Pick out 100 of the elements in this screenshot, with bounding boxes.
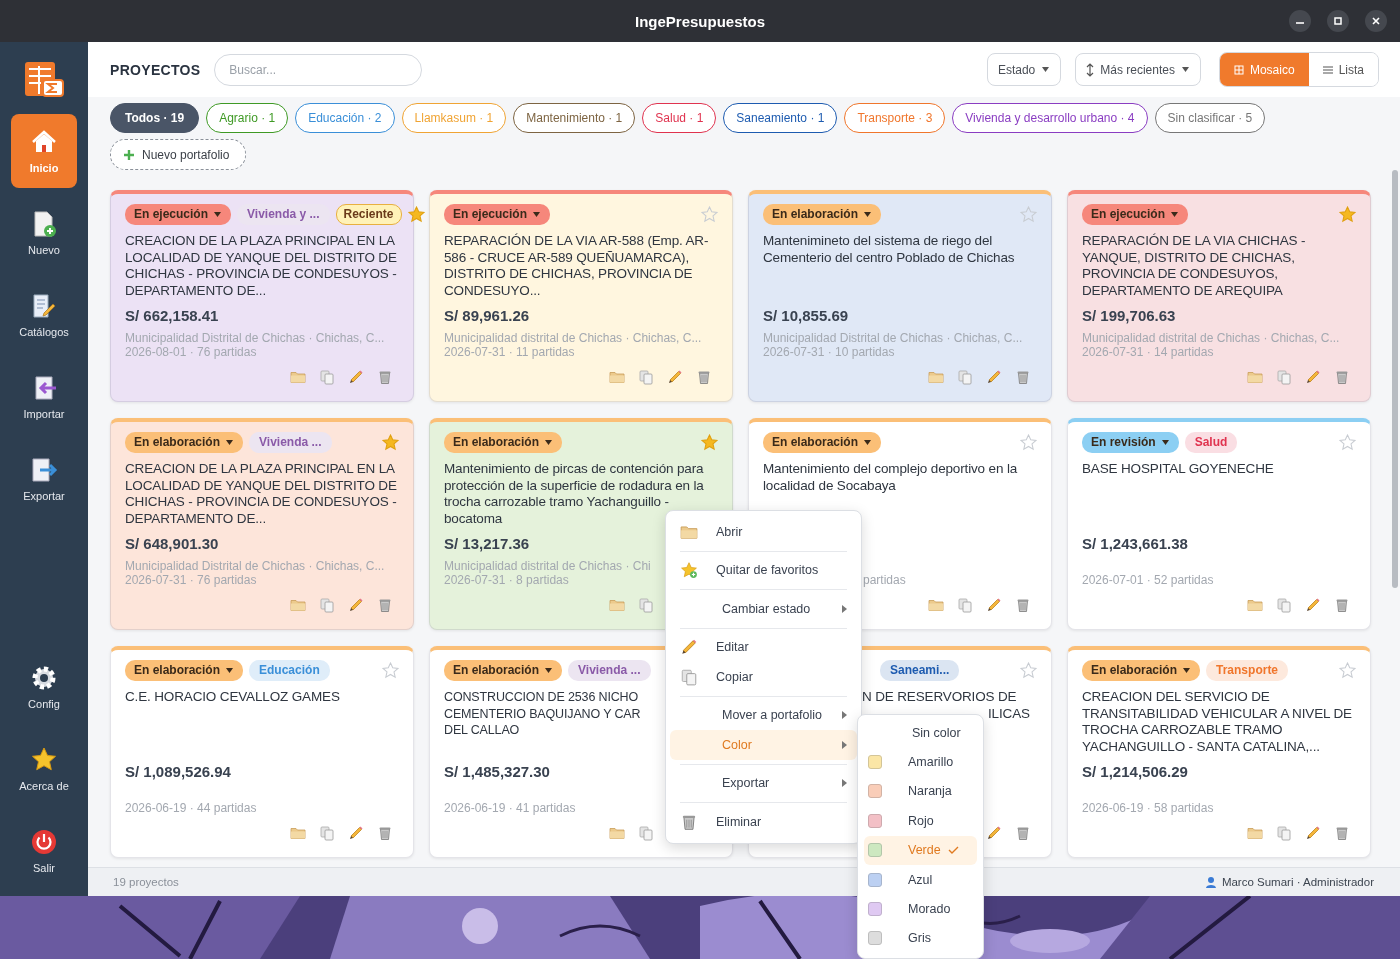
star-outline-icon[interactable] <box>1020 433 1037 451</box>
menu-item[interactable]: Mover a portafolio <box>670 700 857 730</box>
trash-icon[interactable] <box>377 597 393 613</box>
menu-item[interactable]: Cambiar estado <box>670 594 857 624</box>
trash-icon[interactable] <box>1015 369 1031 385</box>
color-option[interactable]: Amarillo <box>864 747 977 777</box>
star-icon[interactable] <box>1339 205 1356 223</box>
trash-icon[interactable] <box>1334 369 1350 385</box>
status-dropdown[interactable]: En ejecución <box>1082 203 1189 225</box>
status-dropdown[interactable]: En elaboración <box>763 203 882 225</box>
menu-item[interactable]: Eliminar <box>670 807 857 837</box>
star-icon[interactable] <box>407 205 425 223</box>
trash-icon[interactable] <box>377 369 393 385</box>
portfolio-chip[interactable]: Mantenimiento · 1 <box>513 103 636 133</box>
folder-icon[interactable] <box>290 369 306 385</box>
copy-icon[interactable] <box>1276 597 1292 613</box>
copy-icon[interactable] <box>638 369 654 385</box>
status-filter-dropdown[interactable]: Estado <box>986 53 1062 86</box>
star-outline-icon[interactable] <box>1339 433 1356 451</box>
status-dropdown[interactable]: En elaboración <box>125 431 244 453</box>
status-dropdown[interactable]: En revisión <box>1082 431 1179 453</box>
status-dropdown[interactable]: En ejecución <box>125 203 232 225</box>
minimize-button[interactable] <box>1289 10 1311 32</box>
sidebar-item[interactable]: Config <box>11 650 77 724</box>
star-outline-icon[interactable] <box>1339 661 1356 679</box>
close-button[interactable] <box>1365 10 1387 32</box>
pencil-icon[interactable] <box>348 825 364 841</box>
trash-icon[interactable] <box>1334 597 1350 613</box>
pencil-icon[interactable] <box>1305 825 1321 841</box>
portfolio-chip[interactable]: Todos · 19 <box>110 103 200 133</box>
menu-item[interactable]: Editar <box>670 632 857 662</box>
portfolio-chip[interactable]: Saneamiento · 1 <box>723 103 838 133</box>
pencil-icon[interactable] <box>986 597 1002 613</box>
trash-icon[interactable] <box>1334 825 1350 841</box>
sidebar-item[interactable]: Exportar <box>11 442 77 516</box>
color-option[interactable]: Azul <box>864 864 977 895</box>
pencil-icon[interactable] <box>986 369 1002 385</box>
copy-icon[interactable] <box>638 597 654 613</box>
folder-icon[interactable] <box>609 597 625 613</box>
trash-icon[interactable] <box>1015 597 1031 613</box>
new-portfolio-button[interactable]: Nuevo portafolio <box>110 139 247 170</box>
sidebar-item[interactable]: Salir <box>11 814 77 888</box>
status-dropdown[interactable]: En elaboración <box>444 659 563 681</box>
portfolio-chip[interactable]: Agrario · 1 <box>206 103 289 133</box>
pencil-icon[interactable] <box>667 369 683 385</box>
pencil-icon[interactable] <box>986 825 1002 841</box>
status-dropdown[interactable]: En elaboración <box>125 659 244 681</box>
color-option[interactable]: Morado <box>864 894 977 924</box>
star-outline-icon[interactable] <box>1020 205 1037 223</box>
star-icon[interactable] <box>382 433 399 451</box>
color-option[interactable]: Rojo <box>864 806 977 836</box>
trash-icon[interactable] <box>1015 825 1031 841</box>
copy-icon[interactable] <box>1276 369 1292 385</box>
star-icon[interactable] <box>701 433 718 451</box>
portfolio-chip[interactable]: Sin clasificar · 5 <box>1154 103 1266 133</box>
pencil-icon[interactable] <box>348 597 364 613</box>
folder-icon[interactable] <box>290 597 306 613</box>
trash-icon[interactable] <box>377 825 393 841</box>
folder-icon[interactable] <box>290 825 306 841</box>
copy-icon[interactable] <box>319 825 335 841</box>
copy-icon[interactable] <box>638 825 654 841</box>
color-option[interactable]: Sin color <box>864 718 977 748</box>
copy-icon[interactable] <box>957 369 973 385</box>
portfolio-chip[interactable]: Salud · 1 <box>642 103 717 133</box>
sidebar-item[interactable]: Importar <box>11 360 77 434</box>
copy-icon[interactable] <box>957 597 973 613</box>
copy-icon[interactable] <box>319 369 335 385</box>
sort-dropdown[interactable]: Más recientes <box>1075 53 1201 86</box>
menu-item[interactable]: Exportar <box>670 768 857 798</box>
trash-icon[interactable] <box>696 369 712 385</box>
folder-icon[interactable] <box>1247 369 1263 385</box>
scrollbar[interactable] <box>1392 170 1398 588</box>
star-outline-icon[interactable] <box>1020 661 1037 679</box>
status-dropdown[interactable]: En elaboración <box>1082 659 1201 681</box>
sidebar-item[interactable]: Nuevo <box>11 196 77 270</box>
sidebar-item[interactable]: Catálogos <box>11 278 77 352</box>
status-dropdown[interactable]: En elaboración <box>444 431 563 453</box>
pencil-icon[interactable] <box>348 369 364 385</box>
copy-icon[interactable] <box>319 597 335 613</box>
pencil-icon[interactable] <box>1305 597 1321 613</box>
menu-item[interactable]: Copiar <box>670 662 857 692</box>
search-field[interactable]: Buscar... <box>214 53 423 86</box>
folder-icon[interactable] <box>1247 825 1263 841</box>
folder-icon[interactable] <box>1247 597 1263 613</box>
copy-icon[interactable] <box>1276 825 1292 841</box>
status-dropdown[interactable]: En ejecución <box>444 203 551 225</box>
sidebar-item[interactable]: Acerca de <box>11 732 77 806</box>
status-dropdown[interactable]: En elaboración <box>763 431 882 453</box>
star-outline-icon[interactable] <box>382 661 399 679</box>
maximize-button[interactable] <box>1327 10 1349 32</box>
star-outline-icon[interactable] <box>701 205 718 223</box>
folder-icon[interactable] <box>928 597 944 613</box>
color-option[interactable]: Gris <box>864 923 977 954</box>
folder-icon[interactable] <box>609 825 625 841</box>
menu-item[interactable]: Quitar de favoritos <box>670 555 857 585</box>
folder-icon[interactable] <box>609 369 625 385</box>
portfolio-chip[interactable]: Vivienda y desarrollo urbano · 4 <box>952 103 1148 133</box>
pencil-icon[interactable] <box>1305 369 1321 385</box>
folder-icon[interactable] <box>928 369 944 385</box>
color-option[interactable]: Naranja <box>864 776 977 807</box>
